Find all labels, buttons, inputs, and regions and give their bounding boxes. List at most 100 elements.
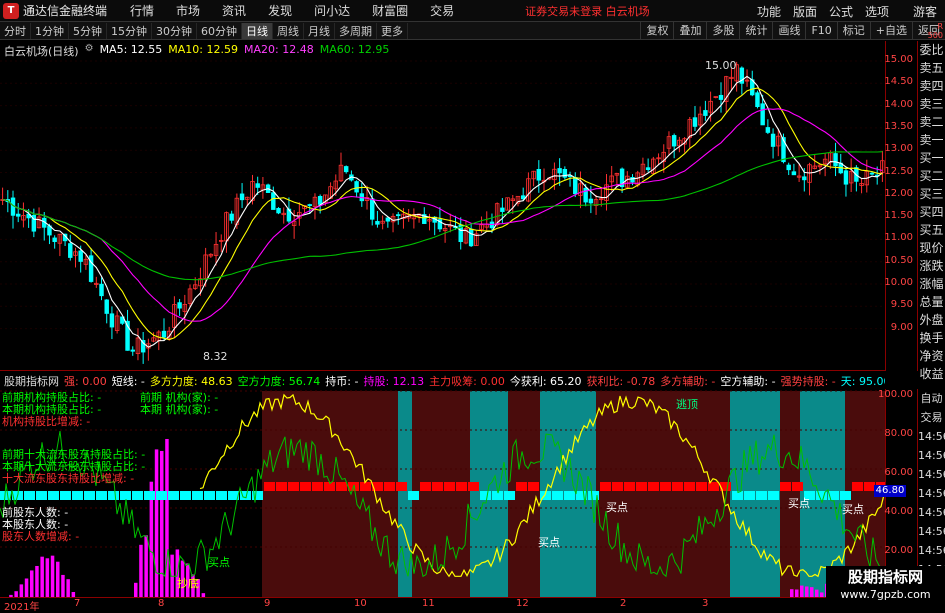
period-tab-1min[interactable]: 1分钟	[31, 22, 69, 39]
guest-user[interactable]: 游客	[913, 3, 937, 20]
sidebar-item-price[interactable]: 现价	[918, 239, 945, 257]
indicator-chart[interactable]	[0, 373, 887, 597]
menu-item-discover[interactable]: 发现	[257, 2, 303, 19]
login-notice[interactable]: 证券交易未登录 白云机场	[525, 3, 650, 19]
sidebar-item-change[interactable]: 涨跌	[918, 257, 945, 275]
kline-chart[interactable]	[0, 41, 885, 371]
candle-body	[15, 213, 21, 217]
menu-item-ask[interactable]: 问小达	[303, 2, 361, 19]
candle-body	[765, 127, 771, 133]
menu-item-wealth[interactable]: 财富圈	[361, 2, 419, 19]
menu-item-trade[interactable]: 交易	[419, 2, 465, 19]
sidebar-item-ask2[interactable]: 卖二	[918, 113, 945, 131]
mark-button[interactable]: 标记	[836, 22, 870, 40]
buy-signal-3: 买点	[606, 501, 628, 514]
overlay-button[interactable]: 叠加	[673, 22, 706, 40]
candle-body	[104, 299, 109, 314]
indicator-legend-item: 强势持股: -	[780, 375, 836, 388]
period-tab-intraday[interactable]: 分时	[0, 22, 31, 39]
sidebar-item-ask5[interactable]: 卖五	[918, 59, 945, 77]
multi-stock-button[interactable]: 多股	[706, 22, 739, 40]
sidebar-item-eps[interactable]: 收益	[918, 365, 945, 383]
trend-band	[108, 491, 119, 500]
sidebar-item-ask4[interactable]: 卖四	[918, 77, 945, 95]
menu-function[interactable]: 功能	[751, 3, 787, 20]
indicator-legend: 股期指标网 强: 0.00 短线: - 多方力度: 48.63 空方力度: 56.74 持…	[0, 373, 885, 389]
candle-body	[786, 164, 791, 171]
inst-ratio-change: 机构持股比增减: -	[2, 415, 91, 428]
sidebar-item-volume[interactable]: 总量	[918, 293, 945, 311]
candle-body	[396, 214, 401, 217]
menu-options[interactable]: 选项	[859, 3, 895, 20]
trade-label[interactable]: 交易	[918, 408, 945, 427]
hold-bar	[144, 535, 148, 597]
sidebar-item-turnover[interactable]: 换手	[918, 329, 945, 347]
menu-layout[interactable]: 版面	[787, 3, 823, 20]
settings-icon[interactable]: ⚙	[85, 43, 94, 59]
signal-zone	[596, 391, 730, 597]
draw-line-button[interactable]: 画线	[772, 22, 805, 40]
trend-band	[852, 482, 863, 491]
sidebar-item-change-pct[interactable]: 涨幅	[918, 275, 945, 293]
trend-band	[696, 482, 707, 491]
kline-panel[interactable]: 白云机场(日线) ⚙ MA5: 12.55 MA10: 12.59 MA20: …	[0, 41, 885, 371]
trend-band	[744, 491, 755, 500]
menu-formula[interactable]: 公式	[823, 3, 859, 20]
period-tab-multi[interactable]: 多周期	[335, 22, 377, 39]
f10-button[interactable]: F10	[805, 22, 836, 40]
hold-bar	[30, 570, 34, 597]
menu-item-news[interactable]: 资讯	[211, 2, 257, 19]
indicator-panel[interactable]: 前期机构持股占比: - 本期机构持股占比: - 机构持股比增减: - 前期十大流…	[0, 373, 887, 597]
candle-body	[755, 92, 760, 108]
trend-band	[24, 491, 35, 500]
period-tab-5min[interactable]: 5分钟	[69, 22, 107, 39]
candle-body	[78, 250, 83, 262]
trend-band	[528, 482, 539, 491]
watermark-title: 股期指标网	[847, 568, 923, 586]
trend-band	[312, 482, 323, 491]
candle-body	[317, 195, 323, 205]
sidebar-item-net-asset[interactable]: 净资	[918, 347, 945, 365]
menu-item-markets[interactable]: 市场	[165, 2, 211, 19]
add-watchlist-button[interactable]: +自选	[869, 22, 912, 40]
trend-band	[192, 491, 203, 500]
period-tab-more[interactable]: 更多	[377, 22, 408, 39]
price-tick: 15.00	[884, 54, 913, 65]
auto-trade-label[interactable]: 自动	[918, 389, 945, 408]
period-tab-60min[interactable]: 60分钟	[197, 22, 242, 39]
trend-band	[216, 491, 227, 500]
sidebar-item-outer[interactable]: 外盘	[918, 311, 945, 329]
candle-body	[536, 169, 542, 181]
period-tab-weekly[interactable]: 周线	[273, 22, 304, 39]
hold-bar	[50, 555, 55, 597]
trend-band	[612, 482, 623, 491]
sidebar-item-ask1[interactable]: 卖一	[918, 131, 945, 149]
candle-body	[109, 313, 115, 328]
candle-body	[843, 170, 849, 185]
trend-band	[156, 491, 167, 500]
sidebar-item-bid1[interactable]: 买一	[918, 149, 945, 167]
sidebar-item-bid3[interactable]: 买三	[918, 185, 945, 203]
candle-body	[68, 243, 73, 258]
quote-sidebar: 委比 卖五 卖四 卖三 卖二 卖一 买一 买二 买三 买四 买五 现价 涨跌 涨…	[917, 41, 945, 381]
period-tab-15min[interactable]: 15分钟	[107, 22, 152, 39]
buy-signal-4: 买点	[788, 497, 810, 510]
sidebar-item-ask3[interactable]: 卖三	[918, 95, 945, 113]
hold-bar	[45, 558, 50, 597]
period-tab-daily[interactable]: 日线	[242, 22, 273, 39]
price-tick: 9.00	[890, 321, 913, 333]
adjust-button[interactable]: 复权	[640, 22, 673, 40]
stats-button[interactable]: 统计	[739, 22, 772, 40]
period-tab-monthly[interactable]: 月线	[304, 22, 335, 39]
sidebar-item-bid4[interactable]: 买四	[918, 203, 945, 221]
trend-band	[444, 482, 455, 491]
ma5-label: MA5: 12.55	[99, 43, 163, 56]
period-tab-30min[interactable]: 30分钟	[152, 22, 197, 39]
sidebar-item-bid5[interactable]: 买五	[918, 221, 945, 239]
price-tick: 12.50	[884, 165, 913, 177]
time-row: 14:56	[918, 525, 945, 538]
menu-item-market[interactable]: 行情	[119, 2, 165, 19]
hold-bar	[61, 574, 65, 597]
sidebar-item-bid-ratio[interactable]: 委比	[918, 41, 945, 59]
sidebar-item-bid2[interactable]: 买二	[918, 167, 945, 185]
